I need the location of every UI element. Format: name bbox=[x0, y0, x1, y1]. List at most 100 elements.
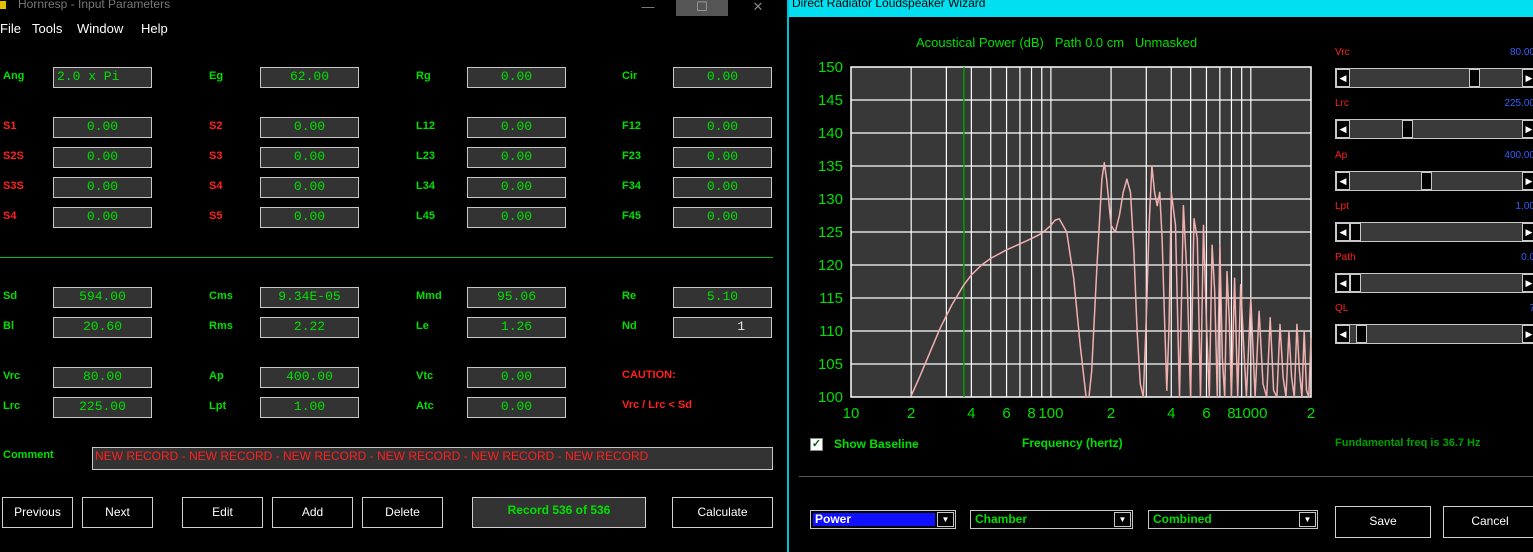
arrow-right-icon[interactable]: ▶ bbox=[1522, 325, 1533, 343]
param-field-cms[interactable]: 9.34E-05 bbox=[260, 287, 359, 308]
param-field-s5[interactable]: 0.00 bbox=[260, 207, 359, 228]
source-dropdown[interactable]: Chamber ▼ bbox=[970, 510, 1133, 529]
param-field-s1[interactable]: 0.00 bbox=[53, 117, 152, 138]
title-bar: Hornresp - Input Parameters — ☐ ✕ bbox=[0, 0, 786, 16]
param-field-cir[interactable]: 0.00 bbox=[673, 67, 772, 88]
param-field-rg[interactable]: 0.00 bbox=[467, 67, 566, 88]
param-field-f34[interactable]: 0.00 bbox=[673, 177, 772, 198]
param-label: Eg bbox=[209, 70, 224, 82]
delete-button[interactable]: Delete bbox=[362, 497, 443, 528]
arrow-right-icon[interactable]: ▶ bbox=[1522, 223, 1533, 241]
slider-label: Vrc bbox=[1335, 47, 1350, 58]
param-field-atc[interactable]: 0.00 bbox=[467, 397, 566, 418]
show-baseline-checkbox[interactable]: ✓ bbox=[810, 438, 823, 451]
arrow-right-icon[interactable]: ▶ bbox=[1522, 69, 1533, 87]
slider-ap[interactable]: ◀ ▶ bbox=[1335, 171, 1533, 191]
menu-file[interactable]: File bbox=[0, 21, 21, 36]
param-field-s2[interactable]: 0.00 bbox=[260, 117, 359, 138]
param-field-sd[interactable]: 594.00 bbox=[53, 287, 152, 308]
x-tick-label: 4 bbox=[1167, 405, 1175, 422]
show-baseline-label: Show Baseline bbox=[834, 437, 919, 451]
param-field-l45[interactable]: 0.00 bbox=[467, 207, 566, 228]
param-field-eg[interactable]: 62.00 bbox=[260, 67, 359, 88]
param-label: F34 bbox=[622, 180, 641, 192]
slider-path[interactable]: ◀ ▶ bbox=[1335, 273, 1533, 293]
param-field-l34[interactable]: 0.00 bbox=[467, 177, 566, 198]
arrow-left-icon[interactable]: ◀ bbox=[1336, 274, 1350, 292]
y-tick-label: 125 bbox=[818, 224, 843, 241]
param-label: Cms bbox=[209, 290, 233, 302]
arrow-left-icon[interactable]: ◀ bbox=[1336, 69, 1350, 87]
param-field-ang[interactable]: 2.0 x Pi bbox=[53, 67, 152, 88]
arrow-left-icon[interactable]: ◀ bbox=[1336, 325, 1350, 343]
close-button[interactable]: ✕ bbox=[732, 0, 784, 16]
next-button[interactable]: Next bbox=[82, 497, 153, 528]
previous-button[interactable]: Previous bbox=[2, 497, 73, 528]
param-field-s3s[interactable]: 0.00 bbox=[53, 177, 152, 198]
chevron-down-icon[interactable]: ▼ bbox=[1299, 512, 1316, 527]
param-field-l12[interactable]: 0.00 bbox=[467, 117, 566, 138]
calculate-button[interactable]: Calculate bbox=[672, 497, 773, 528]
save-button[interactable]: Save bbox=[1335, 506, 1431, 538]
slider-thumb[interactable] bbox=[1469, 69, 1481, 87]
param-field-lpt[interactable]: 1.00 bbox=[260, 397, 359, 418]
arrow-left-icon[interactable]: ◀ bbox=[1336, 172, 1350, 190]
slider-label: Path bbox=[1335, 252, 1356, 263]
caution-title: CAUTION: bbox=[622, 369, 676, 381]
graph-type-dropdown[interactable]: Power ▼ bbox=[810, 510, 956, 529]
chevron-down-icon[interactable]: ▼ bbox=[937, 512, 954, 527]
slider-value: 80.00 bbox=[1509, 47, 1533, 58]
param-field-vrc[interactable]: 80.00 bbox=[53, 367, 152, 388]
param-label: Cir bbox=[622, 70, 638, 82]
param-field-re[interactable]: 5.10 bbox=[673, 287, 772, 308]
param-label: Atc bbox=[416, 400, 434, 412]
param-field-f23[interactable]: 0.00 bbox=[673, 147, 772, 168]
comment-field[interactable]: NEW RECORD - NEW RECORD - NEW RECORD - N… bbox=[92, 447, 773, 470]
slider-thumb[interactable] bbox=[1350, 274, 1361, 292]
slider-thumb[interactable] bbox=[1356, 325, 1368, 343]
arrow-right-icon[interactable]: ▶ bbox=[1522, 274, 1533, 292]
param-label: F23 bbox=[622, 150, 641, 162]
slider-thumb[interactable] bbox=[1350, 223, 1361, 241]
slider-label: Lrc bbox=[1335, 98, 1349, 109]
arrow-right-icon[interactable]: ▶ bbox=[1522, 120, 1533, 138]
cancel-button[interactable]: Cancel bbox=[1443, 506, 1533, 538]
param-field-nd[interactable]: 1 bbox=[673, 317, 772, 338]
maximize-button[interactable]: ☐ bbox=[676, 0, 728, 16]
arrow-right-icon[interactable]: ▶ bbox=[1522, 172, 1533, 190]
param-field-rms[interactable]: 2.22 bbox=[260, 317, 359, 338]
menu-help[interactable]: Help bbox=[141, 21, 168, 36]
slider-lpt[interactable]: ◀ ▶ bbox=[1335, 222, 1533, 242]
param-field-bl[interactable]: 20.60 bbox=[53, 317, 152, 338]
arrow-left-icon[interactable]: ◀ bbox=[1336, 120, 1350, 138]
param-label: Rms bbox=[209, 320, 233, 332]
param-field-s4[interactable]: 0.00 bbox=[53, 207, 152, 228]
output-dropdown[interactable]: Combined ▼ bbox=[1148, 510, 1318, 529]
slider-thumb[interactable] bbox=[1420, 172, 1432, 190]
menu-tools[interactable]: Tools bbox=[32, 21, 62, 36]
param-field-s3[interactable]: 0.00 bbox=[260, 147, 359, 168]
param-field-l23[interactable]: 0.00 bbox=[467, 147, 566, 168]
slider-thumb[interactable] bbox=[1401, 120, 1413, 138]
param-label: Lpt bbox=[209, 400, 227, 412]
minimize-button[interactable]: — bbox=[622, 0, 674, 16]
chevron-down-icon[interactable]: ▼ bbox=[1114, 512, 1131, 527]
edit-button[interactable]: Edit bbox=[182, 497, 263, 528]
param-field-f12[interactable]: 0.00 bbox=[673, 117, 772, 138]
slider-label: Ap bbox=[1335, 150, 1348, 161]
slider-ql[interactable]: ◀ ▶ bbox=[1335, 324, 1533, 344]
arrow-left-icon[interactable]: ◀ bbox=[1336, 223, 1350, 241]
param-field-f45[interactable]: 0.00 bbox=[673, 207, 772, 228]
param-field-le[interactable]: 1.26 bbox=[467, 317, 566, 338]
param-field-ap[interactable]: 400.00 bbox=[260, 367, 359, 388]
y-axis-ticks: 150 145 140 135 130 125 120 115 110 105 100 bbox=[818, 59, 843, 406]
add-button[interactable]: Add bbox=[272, 497, 353, 528]
param-field-lrc[interactable]: 225.00 bbox=[53, 397, 152, 418]
param-field-vtc[interactable]: 0.00 bbox=[467, 367, 566, 388]
param-field-mmd[interactable]: 95.06 bbox=[467, 287, 566, 308]
param-field-s2s[interactable]: 0.00 bbox=[53, 147, 152, 168]
param-field-s4[interactable]: 0.00 bbox=[260, 177, 359, 198]
slider-lrc[interactable]: ◀ ▶ bbox=[1335, 119, 1533, 139]
menu-window[interactable]: Window bbox=[77, 21, 123, 36]
slider-vrc[interactable]: ◀ ▶ bbox=[1335, 68, 1533, 88]
